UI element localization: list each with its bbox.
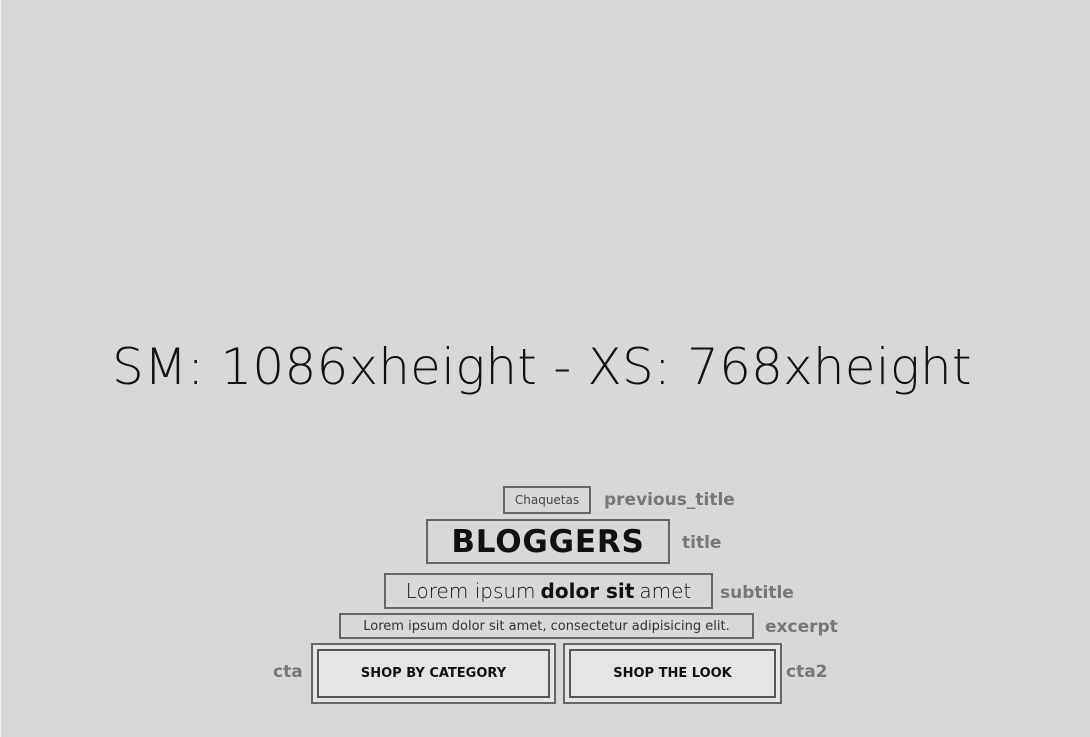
cta2-field-label: cta2 xyxy=(786,662,828,682)
excerpt-box: Lorem ipsum dolor sit amet, consectetur … xyxy=(339,613,754,639)
left-edge-divider xyxy=(0,0,1,737)
subtitle-text-start: Lorem ipsum xyxy=(405,579,536,603)
shop-the-look-label: SHOP THE LOOK xyxy=(569,649,776,698)
subtitle-text-end: amet xyxy=(639,579,692,603)
subtitle-box: Lorem ipsum dolor sit amet xyxy=(384,573,713,609)
previous-title-text: Chaquetas xyxy=(514,493,580,507)
shop-by-category-button[interactable]: SHOP BY CATEGORY xyxy=(311,643,556,704)
title-field-label: title xyxy=(682,533,722,553)
image-size-placeholder: SM: 1086xheight - XS: 768xheight xyxy=(112,338,972,396)
subtitle-field-label: subtitle xyxy=(720,583,794,603)
previous-title-field-label: previous_title xyxy=(604,490,735,510)
excerpt-field-label: excerpt xyxy=(765,617,838,637)
previous-title-box: Chaquetas xyxy=(503,486,591,514)
shop-the-look-button[interactable]: SHOP THE LOOK xyxy=(563,643,782,704)
excerpt-text: Lorem ipsum dolor sit amet, consectetur … xyxy=(363,618,730,634)
title-box: BLOGGERS xyxy=(426,519,670,564)
banner-preview: SM: 1086xheight - XS: 768xheight Chaquet… xyxy=(0,0,1090,737)
shop-by-category-label: SHOP BY CATEGORY xyxy=(317,649,550,698)
cta-field-label: cta xyxy=(273,662,303,682)
subtitle-text-bold: dolor sit xyxy=(540,579,635,603)
title-text: BLOGGERS xyxy=(451,523,645,560)
